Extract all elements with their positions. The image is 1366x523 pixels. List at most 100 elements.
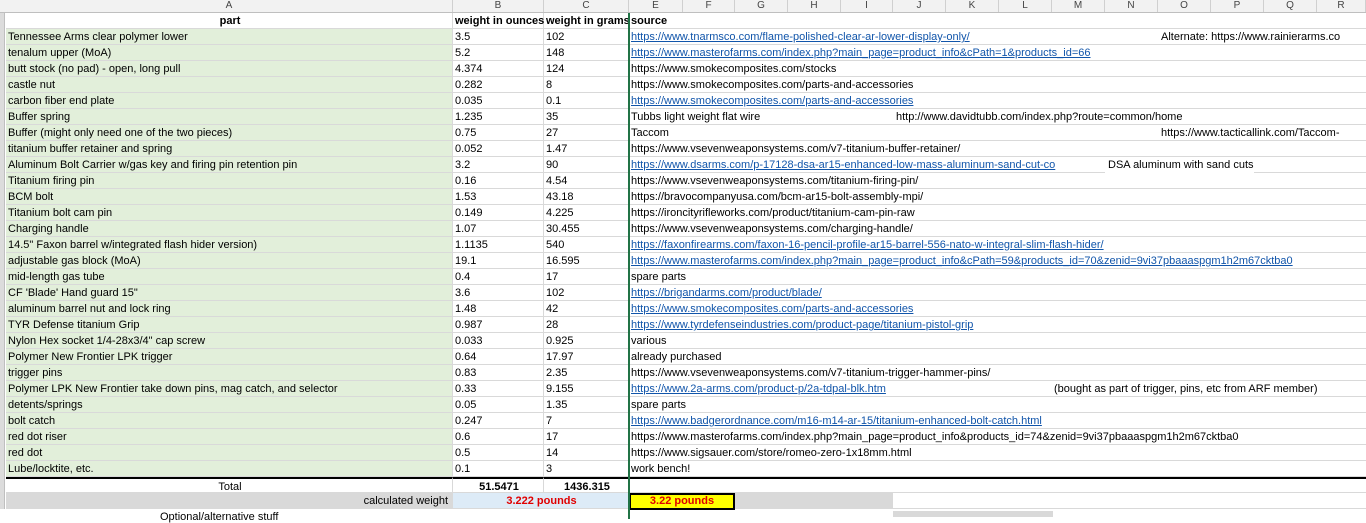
source-link[interactable]: https://www.badgerordnance.com/m16-m14-a… (631, 415, 1042, 427)
part-cell[interactable]: Nylon Hex socket 1/4-28x3/4" cap screw (6, 333, 453, 349)
grams-cell[interactable]: 0.925 (544, 333, 629, 349)
source-cell[interactable]: spare parts (629, 397, 1366, 413)
part-cell[interactable]: BCM bolt (6, 189, 453, 205)
column-header-f[interactable]: F (683, 0, 735, 12)
part-cell[interactable]: Titanium firing pin (6, 173, 453, 189)
row-marker[interactable] (0, 349, 5, 365)
ounces-cell[interactable]: 0.4 (453, 269, 544, 285)
row-marker[interactable] (0, 285, 5, 301)
row-marker[interactable] (0, 61, 5, 77)
grams-cell[interactable]: 2.35 (544, 365, 629, 381)
grams-cell[interactable]: 9.155 (544, 381, 629, 397)
source-cell[interactable]: https://www.smokecomposites.com/parts-an… (629, 93, 1366, 109)
extra-source-text[interactable]: http://www.davidtubb.com/index.php?route… (896, 109, 1182, 125)
source-cell[interactable]: https://www.vsevenweaponsystems.com/tita… (629, 173, 1366, 189)
grams-cell[interactable]: 102 (544, 29, 629, 45)
column-header-q[interactable]: Q (1264, 0, 1317, 12)
header-ounces[interactable]: weight in ounces (453, 13, 544, 29)
calculated-weight-label[interactable]: calculated weight (6, 493, 453, 509)
grams-cell[interactable]: 30.455 (544, 221, 629, 237)
row-marker[interactable] (0, 317, 5, 333)
header-source[interactable]: source (629, 13, 1366, 29)
row-marker[interactable] (0, 445, 5, 461)
ounces-cell[interactable]: 1.53 (453, 189, 544, 205)
source-cell[interactable]: https://www.vsevenweaponsystems.com/v7-t… (629, 365, 1366, 381)
part-cell[interactable]: Aluminum Bolt Carrier w/gas key and firi… (6, 157, 453, 173)
grams-cell[interactable]: 1.35 (544, 397, 629, 413)
grams-cell[interactable]: 35 (544, 109, 629, 125)
source-cell[interactable]: https://www.smokecomposites.com/stocks (629, 61, 1366, 77)
grams-cell[interactable]: 17 (544, 429, 629, 445)
column-header-c[interactable]: C (544, 0, 629, 12)
part-cell[interactable]: Lube/locktite, etc. (6, 461, 453, 477)
grams-cell[interactable]: 148 (544, 45, 629, 61)
part-cell[interactable]: Buffer (might only need one of the two p… (6, 125, 453, 141)
calculated-weight-pounds[interactable]: 3.22 pounds (629, 493, 735, 510)
column-header-a[interactable]: A (6, 0, 453, 12)
ounces-cell[interactable]: 0.052 (453, 141, 544, 157)
column-header-p[interactable]: P (1211, 0, 1264, 12)
row-marker[interactable] (0, 413, 5, 429)
ounces-cell[interactable]: 19.1 (453, 253, 544, 269)
source-cell[interactable]: https://www.masterofarms.com/index.php?m… (629, 253, 1366, 269)
column-header-g[interactable]: G (735, 0, 788, 12)
ounces-cell[interactable]: 3.6 (453, 285, 544, 301)
source-cell[interactable]: https://www.smokecomposites.com/parts-an… (629, 301, 1366, 317)
ounces-cell[interactable]: 0.5 (453, 445, 544, 461)
grams-cell[interactable]: 16.595 (544, 253, 629, 269)
source-note-text[interactable]: DSA aluminum with sand cuts (1105, 157, 1254, 173)
row-marker[interactable] (0, 477, 5, 493)
part-cell[interactable]: tenalum upper (MoA) (6, 45, 453, 61)
source-link[interactable]: https://www.masterofarms.com/index.php?m… (631, 47, 1091, 59)
grams-cell[interactable]: 4.54 (544, 173, 629, 189)
source-cell[interactable]: https://www.sigsauer.com/store/romeo-zer… (629, 445, 1366, 461)
row-marker[interactable] (0, 141, 5, 157)
source-link[interactable]: https://faxonfirearms.com/faxon-16-penci… (631, 239, 1104, 251)
column-header-k[interactable]: K (946, 0, 999, 12)
source-cell[interactable]: https://www.smokecomposites.com/parts-an… (629, 77, 1366, 93)
grams-cell[interactable]: 43.18 (544, 189, 629, 205)
ounces-cell[interactable]: 0.033 (453, 333, 544, 349)
ounces-cell[interactable]: 0.33 (453, 381, 544, 397)
part-cell[interactable]: 14.5" Faxon barrel w/integrated flash hi… (6, 237, 453, 253)
row-marker[interactable] (0, 493, 5, 509)
part-cell[interactable]: adjustable gas block (MoA) (6, 253, 453, 269)
part-cell[interactable]: butt stock (no pad) - open, long pull (6, 61, 453, 77)
part-cell[interactable]: carbon fiber end plate (6, 93, 453, 109)
column-header-n[interactable]: N (1105, 0, 1158, 12)
source-cell[interactable]: https://www.vsevenweaponsystems.com/v7-t… (629, 141, 1366, 157)
total-label[interactable]: Total (6, 477, 453, 493)
ounces-cell[interactable]: 5.2 (453, 45, 544, 61)
grams-cell[interactable]: 42 (544, 301, 629, 317)
total-ounces[interactable]: 51.5471 (453, 477, 544, 493)
column-header-o[interactable]: O (1158, 0, 1211, 12)
source-link[interactable]: https://www.tnarmsco.com/flame-polished-… (631, 31, 970, 43)
grams-cell[interactable]: 102 (544, 285, 629, 301)
source-cell[interactable]: https://brigandarms.com/product/blade/ (629, 285, 1366, 301)
grams-cell[interactable]: 3 (544, 461, 629, 477)
row-marker[interactable] (0, 333, 5, 349)
column-header-e[interactable]: E (629, 0, 683, 12)
source-link[interactable]: https://brigandarms.com/product/blade/ (631, 287, 822, 299)
column-header-l[interactable]: L (999, 0, 1052, 12)
row-marker[interactable] (0, 381, 5, 397)
source-link[interactable]: https://www.smokecomposites.com/parts-an… (631, 303, 913, 315)
grams-cell[interactable]: 17.97 (544, 349, 629, 365)
source-cell[interactable]: spare parts (629, 269, 1366, 285)
total-source[interactable] (629, 477, 1366, 493)
row-marker[interactable] (0, 173, 5, 189)
ounces-cell[interactable]: 0.75 (453, 125, 544, 141)
source-cell[interactable]: https://www.tyrdefenseindustries.com/pro… (629, 317, 1366, 333)
ounces-cell[interactable]: 0.6 (453, 429, 544, 445)
ounces-cell[interactable]: 0.05 (453, 397, 544, 413)
source-cell[interactable]: work bench! (629, 461, 1366, 477)
part-cell[interactable]: titanium buffer retainer and spring (6, 141, 453, 157)
column-header-i[interactable]: I (841, 0, 893, 12)
row-marker[interactable] (0, 29, 5, 45)
column-header-m[interactable]: M (1052, 0, 1105, 12)
row-marker[interactable] (0, 365, 5, 381)
source-cell[interactable]: https://www.badgerordnance.com/m16-m14-a… (629, 413, 1366, 429)
source-link[interactable]: https://www.masterofarms.com/index.php?m… (631, 255, 1293, 267)
ounces-cell[interactable]: 1.48 (453, 301, 544, 317)
ounces-cell[interactable]: 1.1135 (453, 237, 544, 253)
